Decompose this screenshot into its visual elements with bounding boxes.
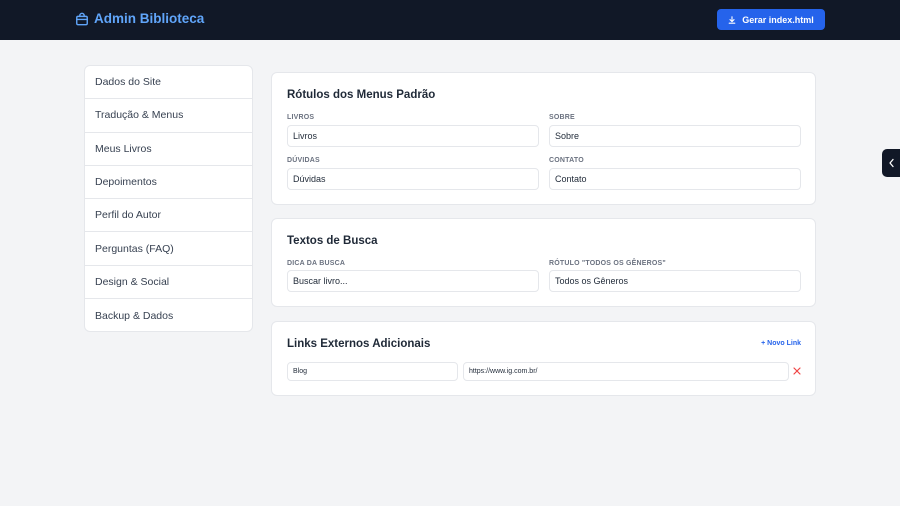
search-texts-title: Textos de Busca xyxy=(287,235,378,247)
chevron-left-icon xyxy=(888,158,894,168)
books-input[interactable]: Livros xyxy=(287,125,539,147)
link-name-input[interactable]: Blog xyxy=(287,362,458,381)
sidebar-item-site-data[interactable]: Dados do Site xyxy=(85,66,252,100)
app-title: Admin Biblioteca xyxy=(94,11,205,26)
top-bar: Admin Biblioteca Gerar index.html xyxy=(0,0,900,40)
sidebar-nav: Dados do Site Tradução & Menus Meus Livr… xyxy=(84,65,253,332)
about-label: SOBRE xyxy=(549,114,575,121)
contact-label: CONTATO xyxy=(549,157,584,164)
add-link-button[interactable]: + Novo Link xyxy=(761,340,801,347)
download-icon xyxy=(728,15,736,24)
shopping-bag-icon xyxy=(76,12,88,25)
all-genres-input[interactable]: Todos os Gêneros xyxy=(549,270,801,292)
about-input[interactable]: Sobre xyxy=(549,125,801,147)
faq-label: DÚVIDAS xyxy=(287,157,320,164)
menu-labels-card: Rótulos dos Menus Padrão LIVROS Livros S… xyxy=(271,72,816,205)
menu-labels-title: Rótulos dos Menus Padrão xyxy=(287,89,436,101)
sidebar-item-testimonials[interactable]: Depoimentos xyxy=(85,166,252,200)
external-links-card: Links Externos Adicionais + Novo Link Bl… xyxy=(271,321,816,396)
faq-input[interactable]: Dúvidas xyxy=(287,168,539,190)
sidebar-item-my-books[interactable]: Meus Livros xyxy=(85,133,252,166)
sidebar-item-author-profile[interactable]: Perfil do Autor xyxy=(85,199,252,233)
generate-index-label: Gerar index.html xyxy=(742,14,814,25)
search-hint-label: DICA DA BUSCA xyxy=(287,260,346,267)
sidebar-item-backup-data[interactable]: Backup & Dados xyxy=(85,299,252,331)
sidebar-item-faq[interactable]: Perguntas (FAQ) xyxy=(85,232,252,266)
books-label: LIVROS xyxy=(287,114,315,121)
close-icon[interactable] xyxy=(792,366,802,376)
search-texts-card: Textos de Busca DICA DA BUSCA Buscar liv… xyxy=(271,218,816,307)
sidebar-item-translation-menus[interactable]: Tradução & Menus xyxy=(85,99,252,133)
brand: Admin Biblioteca xyxy=(75,11,204,26)
sidebar-item-design-social[interactable]: Design & Social xyxy=(85,266,252,300)
all-genres-label: RÓTULO "TODOS OS GÊNEROS" xyxy=(549,260,666,267)
collapse-panel-tab[interactable] xyxy=(882,149,900,177)
search-hint-input[interactable]: Buscar livro... xyxy=(287,270,539,292)
generate-index-button[interactable]: Gerar index.html xyxy=(717,9,825,30)
contact-input[interactable]: Contato xyxy=(549,168,801,190)
external-links-title: Links Externos Adicionais xyxy=(287,338,431,350)
link-url-input[interactable]: https://www.ig.com.br/ xyxy=(463,362,789,381)
